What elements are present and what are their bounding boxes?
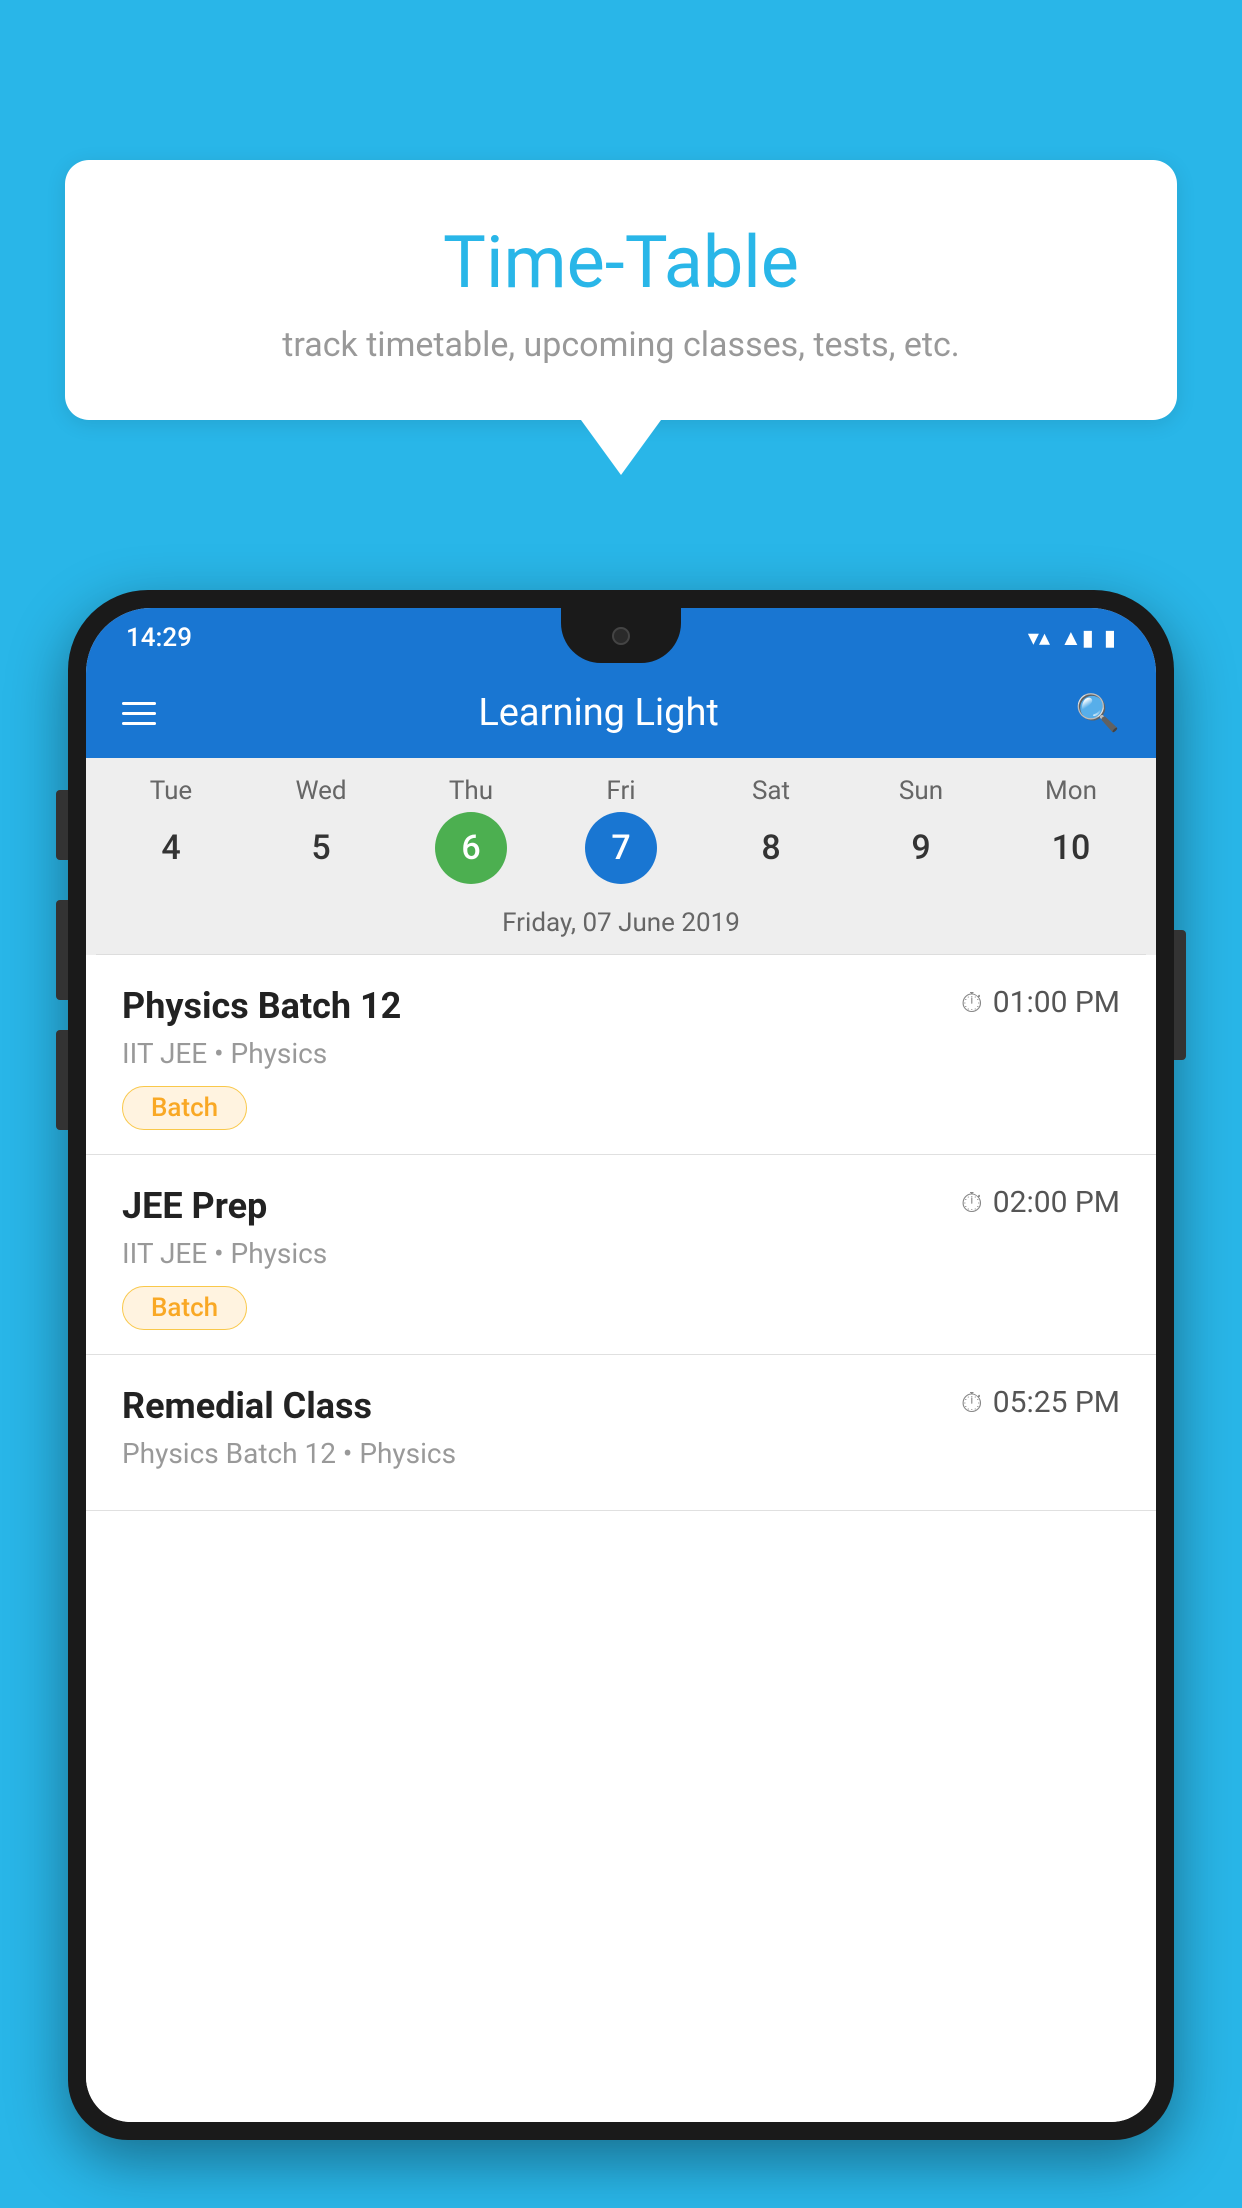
calendar-day-5[interactable]: Wed 5 [256,776,386,884]
bubble-tail [581,420,661,475]
calendar-day-7[interactable]: Fri 7 [556,776,686,884]
status-time: 14:29 [126,623,192,653]
calendar-day-8[interactable]: Sat 8 [706,776,836,884]
day-number: 4 [135,812,207,884]
class-time: ⏱ 02:00 PM [961,1185,1120,1220]
day-name: Tue [150,776,192,806]
days-row: Tue 4 Wed 5 Thu 6 Fri 7 Sat 8 Sun 9 Mon 10 [96,776,1146,884]
day-number: 7 [585,812,657,884]
selected-date-label: Friday, 07 June 2019 [96,894,1146,955]
class-time: ⏱ 05:25 PM [961,1385,1120,1420]
class-item-header: Physics Batch 12 ⏱ 01:00 PM [122,985,1120,1027]
bubble-subtitle: track timetable, upcoming classes, tests… [105,325,1137,365]
speech-bubble: Time-Table track timetable, upcoming cla… [65,160,1177,420]
day-number: 9 [885,812,957,884]
status-bar: 14:29 ▾▴ ▲▮ ▮ [86,608,1156,668]
class-time-value: 02:00 PM [993,1185,1120,1220]
day-name: Sun [899,776,943,806]
day-name: Thu [449,776,493,806]
phone-screen: 14:29 ▾▴ ▲▮ ▮ Learning Light 🔍 [86,608,1156,2122]
battery-icon: ▮ [1104,626,1116,651]
calendar-strip: Tue 4 Wed 5 Thu 6 Fri 7 Sat 8 Sun 9 Mon 10 Friday, 07… [86,758,1156,955]
phone-button-volume-up [56,900,68,1000]
search-button[interactable]: 🔍 [1075,692,1120,734]
class-item[interactable]: Remedial Class ⏱ 05:25 PM Physics Batch 12 … [86,1355,1156,1511]
day-number: 10 [1035,812,1107,884]
phone-button-volume-mute [56,790,68,860]
class-item[interactable]: Physics Batch 12 ⏱ 01:00 PM IIT JEE • Physi… [86,955,1156,1155]
class-meta: IIT JEE • Physics [122,1037,1120,1070]
phone-button-volume-down [56,1030,68,1130]
day-name: Wed [295,776,346,806]
wifi-icon: ▾▴ [1028,626,1050,651]
calendar-day-9[interactable]: Sun 9 [856,776,986,884]
status-icons: ▾▴ ▲▮ ▮ [1028,625,1116,651]
batch-badge: Batch [122,1286,247,1330]
class-time-value: 01:00 PM [993,985,1120,1020]
speech-bubble-wrapper: Time-Table track timetable, upcoming cla… [65,160,1177,475]
day-number: 6 [435,812,507,884]
phone-outer: 14:29 ▾▴ ▲▮ ▮ Learning Light 🔍 [68,590,1174,2140]
class-list: Physics Batch 12 ⏱ 01:00 PM IIT JEE • Physi… [86,955,1156,2122]
class-meta: IIT JEE • Physics [122,1237,1120,1270]
phone-wrapper: 14:29 ▾▴ ▲▮ ▮ Learning Light 🔍 [68,590,1174,2208]
calendar-day-10[interactable]: Mon 10 [1006,776,1136,884]
class-name: Physics Batch 12 [122,985,401,1027]
front-camera [612,627,630,645]
day-name: Mon [1045,776,1097,806]
class-name: Remedial Class [122,1385,372,1427]
day-name: Fri [606,776,635,806]
day-number: 8 [735,812,807,884]
class-item-header: Remedial Class ⏱ 05:25 PM [122,1385,1120,1427]
class-time: ⏱ 01:00 PM [961,985,1120,1020]
calendar-day-6[interactable]: Thu 6 [406,776,536,884]
clock-icon: ⏱ [961,1386,983,1420]
clock-icon: ⏱ [961,986,983,1020]
bubble-title: Time-Table [105,220,1137,305]
clock-icon: ⏱ [961,1186,983,1220]
app-header: Learning Light 🔍 [86,668,1156,758]
signal-icon: ▲▮ [1060,625,1094,651]
class-item-header: JEE Prep ⏱ 02:00 PM [122,1185,1120,1227]
calendar-day-4[interactable]: Tue 4 [106,776,236,884]
batch-badge: Batch [122,1086,247,1130]
class-name: JEE Prep [122,1185,267,1227]
app-title: Learning Light [122,691,1075,735]
phone-button-power [1174,930,1186,1060]
class-meta: Physics Batch 12 • Physics [122,1437,1120,1470]
day-name: Sat [752,776,790,806]
day-number: 5 [285,812,357,884]
class-time-value: 05:25 PM [993,1385,1120,1420]
phone-notch [561,608,681,663]
class-item[interactable]: JEE Prep ⏱ 02:00 PM IIT JEE • Physics Batch [86,1155,1156,1355]
